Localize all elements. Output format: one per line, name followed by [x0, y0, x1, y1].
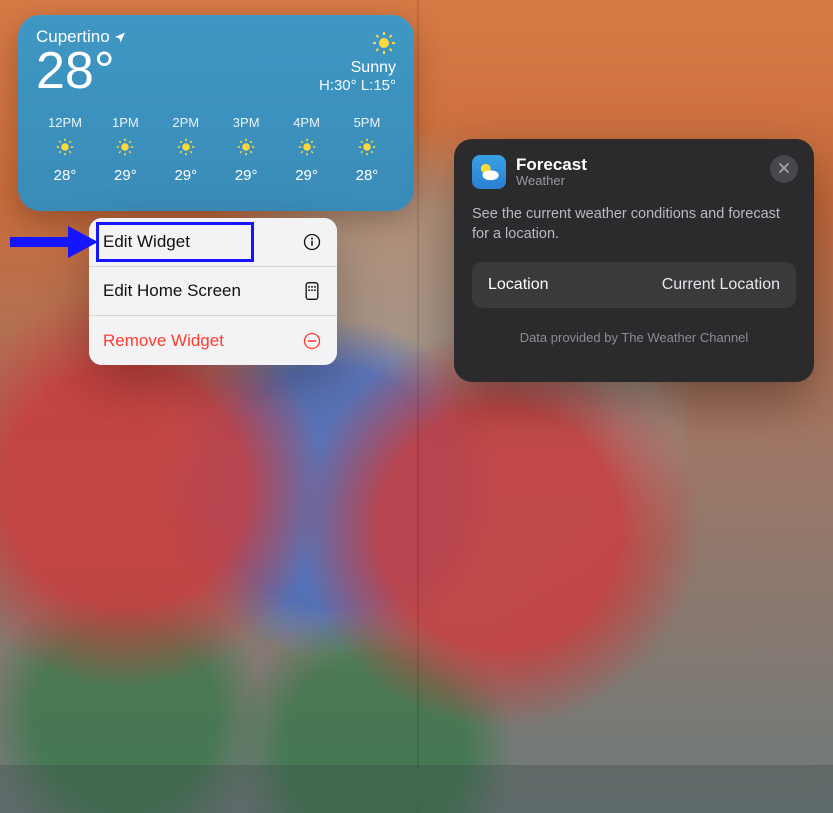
location-row[interactable]: Location Current Location	[472, 262, 796, 308]
panel-header: Forecast Weather	[472, 155, 796, 189]
hour-label: 12PM	[38, 115, 92, 130]
menu-label: Remove Widget	[103, 331, 224, 351]
weather-hourly-row: 12PM 28° 1PM 29° 2PM 29° 3PM 29° 4PM 29°…	[36, 115, 396, 184]
weather-hour: 1PM 29°	[98, 115, 152, 184]
widget-context-menu: Edit Widget Edit Home Screen Remove Widg…	[89, 218, 337, 365]
location-row-value: Current Location	[662, 276, 780, 294]
hour-label: 2PM	[159, 115, 213, 130]
panel-credit: Data provided by The Weather Channel	[472, 330, 796, 345]
menu-edit-home-screen[interactable]: Edit Home Screen	[89, 267, 337, 316]
hour-temp: 28°	[38, 167, 92, 184]
sun-icon	[116, 138, 134, 156]
info-icon	[301, 231, 323, 253]
weather-app-icon	[472, 155, 506, 189]
location-row-label: Location	[488, 276, 549, 294]
hour-label: 1PM	[98, 115, 152, 130]
sun-icon	[358, 138, 376, 156]
weather-hour: 2PM 29°	[159, 115, 213, 184]
weather-widget[interactable]: Cupertino 28° Sunny H:30° L:15° 12PM 28°…	[18, 15, 414, 211]
weather-right: Sunny H:30° L:15°	[319, 31, 396, 94]
weather-hi-lo: H:30° L:15°	[319, 77, 396, 94]
split-seam	[417, 0, 419, 813]
weather-hour: 12PM 28°	[38, 115, 92, 184]
sun-icon	[177, 138, 195, 156]
weather-hour: 5PM 28°	[340, 115, 394, 184]
widget-editor-panel: Forecast Weather See the current weather…	[454, 139, 814, 382]
panel-subtitle: Weather	[516, 174, 587, 188]
hour-temp: 29°	[219, 167, 273, 184]
menu-remove-widget[interactable]: Remove Widget	[89, 316, 337, 365]
close-button[interactable]	[770, 155, 798, 183]
hour-temp: 28°	[340, 167, 394, 184]
menu-label: Edit Widget	[103, 232, 190, 252]
sun-icon	[56, 138, 74, 156]
weather-hour: 4PM 29°	[280, 115, 334, 184]
menu-label: Edit Home Screen	[103, 281, 241, 301]
minus-circle-icon	[301, 330, 323, 352]
homescreen-icon	[301, 280, 323, 302]
hour-label: 5PM	[340, 115, 394, 130]
sun-icon	[237, 138, 255, 156]
weather-header: Cupertino 28° Sunny H:30° L:15°	[36, 27, 396, 97]
weather-hour: 3PM 29°	[219, 115, 273, 184]
sun-icon	[298, 138, 316, 156]
hour-label: 3PM	[219, 115, 273, 130]
weather-left: Cupertino 28°	[36, 27, 126, 97]
weather-temp: 28°	[36, 45, 126, 97]
close-icon	[778, 161, 790, 178]
dock-blur	[0, 765, 833, 813]
weather-condition: Sunny	[319, 59, 396, 77]
hour-label: 4PM	[280, 115, 334, 130]
sun-icon	[372, 31, 396, 55]
menu-edit-widget[interactable]: Edit Widget	[89, 218, 337, 267]
hour-temp: 29°	[98, 167, 152, 184]
panel-description: See the current weather conditions and f…	[472, 205, 796, 244]
panel-title: Forecast	[516, 156, 587, 175]
panel-titles: Forecast Weather	[516, 156, 587, 189]
annotation-arrow-icon	[8, 224, 98, 260]
hour-temp: 29°	[159, 167, 213, 184]
hour-temp: 29°	[280, 167, 334, 184]
location-arrow-icon	[114, 31, 126, 43]
